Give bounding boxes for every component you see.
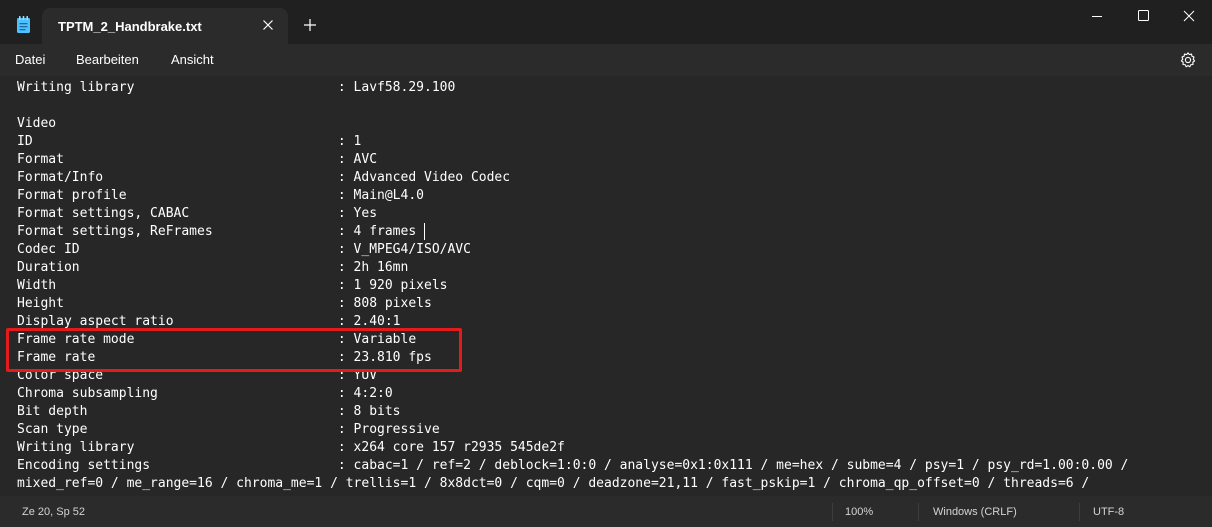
gear-icon[interactable] (1179, 51, 1197, 69)
line-ending[interactable]: Windows (CRLF) (933, 506, 1017, 518)
text-line: Writing library : Lavf58.29.100 (17, 80, 456, 95)
text-line: Encoding settings : cabac=1 / ref=2 / de… (17, 458, 1129, 473)
status-divider (918, 503, 919, 521)
cursor-position: Ze 20, Sp 52 (22, 506, 85, 518)
close-window-icon[interactable] (1166, 0, 1212, 32)
text-editor[interactable]: Writing application : HandBrakeWriting l… (0, 76, 1212, 491)
file-tab[interactable]: TPTM_2_Handbrake.txt (42, 8, 288, 44)
text-caret (424, 223, 425, 240)
text-line: Duration : 2h 16mn (17, 260, 409, 275)
text-line: Format : AVC (17, 152, 378, 167)
text-line: Writing library : x264 core 157 r2935 54… (17, 440, 565, 455)
file-encoding[interactable]: UTF-8 (1093, 506, 1124, 518)
text-line: Height : 808 pixels (17, 296, 432, 311)
text-line: ID : 1 (17, 134, 362, 149)
text-line: Video (17, 116, 57, 131)
minimize-icon[interactable] (1074, 0, 1120, 32)
maximize-icon[interactable] (1120, 0, 1166, 32)
frame-rate-highlight-box (6, 328, 462, 372)
text-line (17, 97, 1128, 115)
text-line: Format profile : Main@L4.0 (17, 188, 424, 203)
status-divider (1079, 503, 1080, 521)
title-bar: TPTM_2_Handbrake.txt (0, 0, 1212, 44)
text-line: Width : 1 920 pixels (17, 278, 448, 293)
menu-file[interactable]: Datei (15, 52, 45, 67)
text-line: Format/Info : Advanced Video Codec (17, 170, 511, 185)
status-bar: Ze 20, Sp 52 100% Windows (CRLF) UTF-8 (0, 496, 1212, 527)
status-divider (832, 503, 833, 521)
new-tab-icon[interactable] (302, 17, 318, 33)
text-line: Format settings, CABAC : Yes (17, 206, 378, 221)
text-line: Format settings, ReFrames : 4 frames (17, 224, 417, 239)
zoom-level[interactable]: 100% (845, 506, 873, 518)
menu-edit[interactable]: Bearbeiten (76, 52, 139, 67)
text-content: Writing application : HandBrakeWriting l… (17, 76, 1128, 491)
text-line: Bit depth : 8 bits (17, 404, 401, 419)
text-line: Chroma subsampling : 4:2:0 (17, 386, 393, 401)
close-tab-icon[interactable] (260, 17, 276, 33)
notepad-icon (17, 16, 30, 33)
text-line: Codec ID : V_MPEG4/ISO/AVC (17, 242, 471, 257)
text-line: Scan type : Progressive (17, 422, 440, 437)
tab-title: TPTM_2_Handbrake.txt (58, 19, 202, 34)
menu-bar: Datei Bearbeiten Ansicht (0, 44, 1212, 76)
text-line: mixed_ref=0 / me_range=16 / chroma_me=1 … (17, 476, 1090, 491)
menu-view[interactable]: Ansicht (171, 52, 214, 67)
